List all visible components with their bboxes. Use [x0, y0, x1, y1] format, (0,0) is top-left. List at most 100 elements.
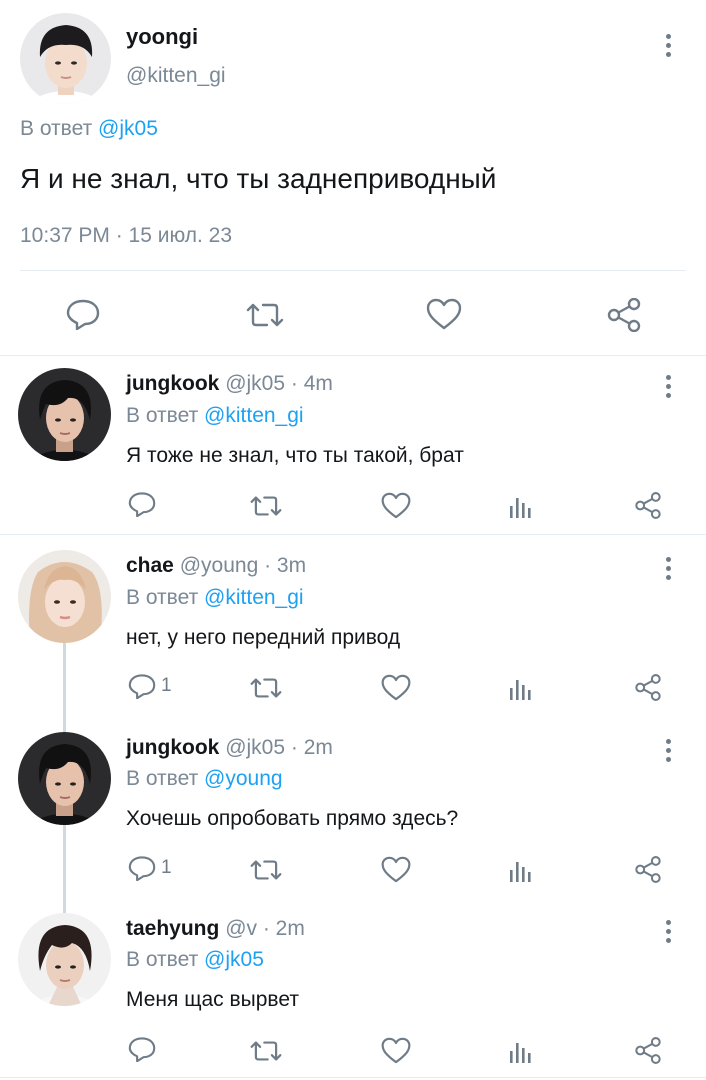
section-divider	[0, 355, 706, 356]
reply-context: В ответ @young	[126, 767, 283, 791]
author-handle[interactable]: @kitten_gi	[126, 64, 226, 88]
author-name[interactable]: chae	[126, 554, 174, 577]
tweet-text: Я и не знал, что ты заднеприводный	[20, 163, 497, 194]
reply-header: jungkook @jk05 · 4m	[126, 372, 333, 396]
avatar[interactable]	[18, 732, 111, 825]
tweet-text: Меня щас вырвет	[126, 988, 299, 1011]
like-button[interactable]	[381, 1037, 411, 1064]
speech-bubble-icon	[128, 674, 156, 699]
reply-button[interactable]	[128, 1036, 161, 1062]
bar-chart-icon	[510, 680, 531, 700]
reply-to-link[interactable]: @jk05	[204, 948, 264, 971]
thread-line	[63, 825, 66, 915]
like-button[interactable]	[426, 298, 462, 330]
reply-header: chae @young · 3m	[126, 554, 306, 578]
avatar[interactable]	[18, 913, 111, 1006]
author-name[interactable]: yoongi	[126, 24, 198, 50]
share-icon	[635, 1037, 661, 1064]
heart-icon	[381, 492, 411, 519]
analytics-button[interactable]	[509, 858, 531, 882]
reply-to-link[interactable]: @kitten_gi	[204, 586, 304, 609]
share-button[interactable]	[634, 1037, 662, 1064]
reply-context: В ответ @kitten_gi	[126, 404, 304, 428]
section-divider	[0, 1077, 706, 1078]
speech-bubble-icon	[66, 299, 100, 330]
retweet-icon	[250, 1041, 282, 1061]
bar-chart-icon	[510, 498, 531, 518]
author-name[interactable]: jungkook	[126, 372, 219, 395]
more-icon[interactable]	[663, 557, 673, 584]
analytics-button[interactable]	[509, 494, 531, 518]
reply-to-link[interactable]: @young	[204, 767, 283, 790]
retweet-button[interactable]	[246, 302, 284, 328]
reply-context: В ответ @kitten_gi	[126, 586, 304, 610]
more-icon[interactable]	[663, 920, 673, 947]
reply-button[interactable]	[128, 491, 161, 517]
share-icon	[635, 674, 661, 701]
bar-chart-icon	[510, 1043, 531, 1063]
share-icon	[635, 856, 661, 883]
author-name[interactable]: taehyung	[126, 917, 219, 940]
author-meta[interactable]: @young · 3m	[180, 554, 306, 577]
reply-header: jungkook @jk05 · 2m	[126, 736, 333, 760]
share-button[interactable]	[606, 298, 642, 332]
retweet-button[interactable]	[250, 859, 282, 881]
tweet-text: Я тоже не знал, что ты такой, брат	[126, 444, 464, 467]
reply-prefix: В ответ	[126, 586, 199, 609]
tweet-timestamp[interactable]: 10:37 PM · 15 июл. 23	[20, 224, 232, 248]
avatar[interactable]	[18, 550, 111, 643]
retweet-button[interactable]	[250, 1040, 282, 1062]
section-divider	[0, 534, 706, 535]
speech-bubble-icon	[128, 492, 156, 517]
retweet-icon	[250, 678, 282, 698]
author-meta[interactable]: @v · 2m	[225, 917, 305, 940]
reply-to-link[interactable]: @kitten_gi	[204, 404, 304, 427]
reply-to-link[interactable]: @jk05	[98, 117, 158, 140]
speech-bubble-icon	[128, 856, 156, 881]
retweet-button[interactable]	[250, 677, 282, 699]
share-button[interactable]	[634, 856, 662, 883]
heart-icon	[426, 298, 462, 330]
heart-icon	[381, 1037, 411, 1064]
heart-icon	[381, 674, 411, 701]
avatar[interactable]	[18, 368, 111, 461]
more-icon[interactable]	[663, 739, 673, 766]
tweet-text: Хочешь опробовать прямо здесь?	[126, 807, 459, 830]
bar-chart-icon	[510, 862, 531, 882]
reply-count: 1	[161, 675, 172, 696]
author-meta[interactable]: @jk05 · 4m	[225, 372, 333, 395]
retweet-icon	[250, 860, 282, 880]
speech-bubble-icon	[128, 1037, 156, 1062]
reply-prefix: В ответ	[126, 948, 199, 971]
avatar[interactable]	[20, 13, 111, 104]
retweet-icon	[250, 496, 282, 516]
reply-prefix: В ответ	[20, 117, 93, 140]
reply-button[interactable]: 1	[128, 855, 172, 881]
retweet-icon	[246, 303, 284, 327]
reply-context: В ответ @jk05	[20, 117, 158, 141]
like-button[interactable]	[381, 674, 411, 701]
share-button[interactable]	[634, 674, 662, 701]
reply-button[interactable]: 1	[128, 673, 172, 699]
author-name[interactable]: jungkook	[126, 736, 219, 759]
separator	[20, 270, 686, 271]
more-icon[interactable]	[663, 375, 673, 402]
heart-icon	[381, 856, 411, 883]
analytics-button[interactable]	[509, 676, 531, 700]
thread-line	[63, 643, 66, 733]
tweet-text: нет, у него передний привод	[126, 626, 401, 649]
analytics-button[interactable]	[509, 1039, 531, 1063]
share-icon	[607, 298, 641, 332]
reply-count: 1	[161, 857, 172, 878]
like-button[interactable]	[381, 856, 411, 883]
like-button[interactable]	[381, 492, 411, 519]
share-icon	[635, 492, 661, 519]
reply-prefix: В ответ	[126, 767, 199, 790]
reply-header: taehyung @v · 2m	[126, 917, 305, 941]
author-meta[interactable]: @jk05 · 2m	[225, 736, 333, 759]
reply-context: В ответ @jk05	[126, 948, 264, 972]
retweet-button[interactable]	[250, 495, 282, 517]
reply-button[interactable]	[66, 298, 100, 330]
more-icon[interactable]	[663, 34, 673, 61]
share-button[interactable]	[634, 492, 662, 519]
